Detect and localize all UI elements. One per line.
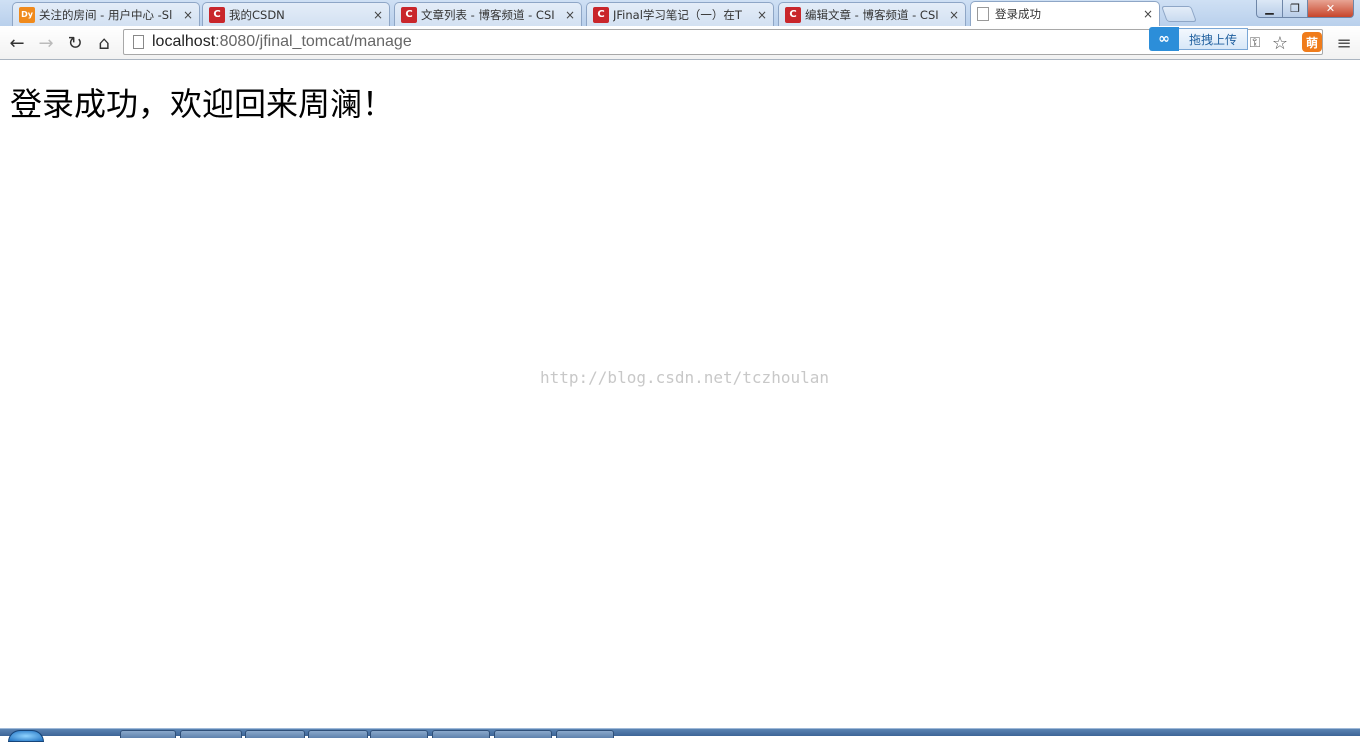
address-bar[interactable]: localhost:8080/jfinal_tomcat/manage <box>123 29 1323 55</box>
menu-icon[interactable]: ≡ <box>1332 31 1356 55</box>
taskbar-item[interactable] <box>432 730 490 738</box>
maximize-button[interactable]: ❐ <box>1282 0 1308 18</box>
tab-login-success[interactable]: 登录成功 × <box>970 1 1160 26</box>
browser-toolbar: ← → ↻ ⌂ localhost:8080/jfinal_tomcat/man… <box>0 26 1360 60</box>
tab-close-icon[interactable]: × <box>755 8 769 22</box>
cloud-icon: ∞ <box>1149 27 1179 51</box>
tab-title: 文章列表 - 博客频道 - CSI <box>421 7 555 22</box>
taskbar-item[interactable] <box>245 730 305 738</box>
tab-jfinal-notes[interactable]: C JFinal学习笔记（一）在T × <box>586 2 774 26</box>
tab-article-list[interactable]: C 文章列表 - 博客频道 - CSI × <box>394 2 582 26</box>
tab-my-csdn[interactable]: C 我的CSDN × <box>202 2 390 26</box>
window-close-button[interactable]: ✕ <box>1307 0 1354 18</box>
taskbar-item[interactable] <box>120 730 176 738</box>
page-icon <box>133 35 144 49</box>
url-path: :8080/jfinal_tomcat/manage <box>215 33 412 50</box>
csdn-icon: C <box>401 6 417 23</box>
key-icon[interactable]: ⚿ <box>1248 31 1262 55</box>
taskbar-item[interactable] <box>556 730 614 738</box>
csdn-icon: C <box>593 6 609 23</box>
page-icon <box>977 7 989 21</box>
taskbar-item[interactable] <box>370 730 428 738</box>
back-button[interactable]: ← <box>5 31 29 55</box>
page-content: 登录成功，欢迎回来周澜！ http://blog.csdn.net/tczhou… <box>0 61 1360 728</box>
taskbar-item[interactable] <box>180 730 242 738</box>
url-host: localhost <box>152 33 216 50</box>
tab-strip: Dy 关注的房间 - 用户中心 -Sl × C 我的CSDN × C 文章列表 … <box>0 0 1360 26</box>
tab-edit-article[interactable]: C 编辑文章 - 博客频道 - CSI × <box>778 2 966 26</box>
home-button[interactable]: ⌂ <box>92 31 116 55</box>
tab-title: 编辑文章 - 博客频道 - CSI <box>805 7 939 22</box>
extension-icon[interactable]: 萌 <box>1302 32 1322 52</box>
new-tab-button[interactable] <box>1161 6 1197 22</box>
tab-close-icon[interactable]: × <box>371 8 385 22</box>
tab-close-icon[interactable]: × <box>947 8 961 22</box>
douyu-icon: Dy <box>19 6 35 23</box>
start-button[interactable] <box>8 730 44 742</box>
minimize-button[interactable]: ▁ <box>1256 0 1283 18</box>
taskbar-item[interactable] <box>308 730 368 738</box>
tab-close-icon[interactable]: × <box>181 8 195 22</box>
url-text[interactable]: localhost:8080/jfinal_tomcat/manage <box>152 33 412 51</box>
tab-title: 登录成功 <box>995 7 1041 21</box>
forward-button[interactable]: → <box>34 31 58 55</box>
tab-title: 关注的房间 - 用户中心 -Sl <box>39 7 173 22</box>
tab-title: JFinal学习笔记（一）在T <box>613 7 742 22</box>
taskbar <box>0 728 1360 742</box>
csdn-icon: C <box>785 6 801 23</box>
tab-close-icon[interactable]: × <box>1141 7 1155 21</box>
bookmark-star-icon[interactable]: ☆ <box>1268 31 1292 55</box>
csdn-icon: C <box>209 6 225 23</box>
tab-close-icon[interactable]: × <box>563 8 577 22</box>
reload-button[interactable]: ↻ <box>63 31 87 55</box>
taskbar-item[interactable] <box>494 730 552 738</box>
watermark-text: http://blog.csdn.net/tczhoulan <box>540 368 829 387</box>
page-heading: 登录成功，欢迎回来周澜！ <box>10 85 395 123</box>
drag-upload-button[interactable]: ∞ 拖拽上传 <box>1149 27 1249 51</box>
tab-douyu-rooms[interactable]: Dy 关注的房间 - 用户中心 -Sl × <box>12 2 200 26</box>
drag-upload-label: 拖拽上传 <box>1179 28 1249 50</box>
tab-title: 我的CSDN <box>229 7 285 22</box>
